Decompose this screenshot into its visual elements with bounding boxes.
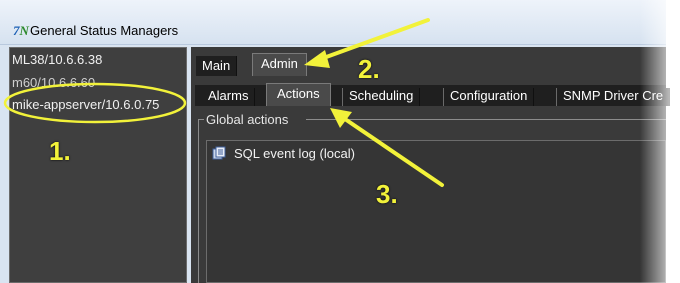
window-title: General Status Managers — [30, 23, 179, 38]
actions-list — [206, 140, 666, 283]
sql-log-icon — [212, 146, 226, 160]
title-bar: 7N General Status Managers — [0, 0, 666, 45]
sql-event-log-item[interactable]: SQL event log (local) — [234, 146, 355, 161]
tab-main[interactable]: Main — [196, 56, 238, 76]
server-item[interactable]: ML38/10.6.6.38 — [12, 52, 102, 67]
tab-snmp-driver[interactable]: SNMP Driver Cre — [556, 88, 671, 106]
annotation-step-1: 1. — [49, 136, 71, 166]
tab-scheduling[interactable]: Scheduling — [342, 88, 421, 106]
app-logo-icon: 7N — [13, 23, 29, 38]
server-item[interactable]: m60/10.6.6.60 — [12, 75, 95, 90]
tab-actions[interactable]: Actions — [266, 83, 331, 106]
global-actions-label: Global actions — [206, 112, 289, 127]
tab-configuration[interactable]: Configuration — [443, 88, 535, 106]
group-border-left — [198, 119, 204, 120]
tab-alarms[interactable]: Alarms — [202, 88, 256, 106]
server-item-selected[interactable]: mike-appserver/10.6.0.75 — [12, 97, 159, 112]
annotation-step-2: 2. — [358, 54, 380, 84]
tab-admin[interactable]: Admin — [252, 53, 307, 76]
group-border-right — [306, 119, 666, 120]
annotation-step-3: 3. — [376, 179, 398, 209]
